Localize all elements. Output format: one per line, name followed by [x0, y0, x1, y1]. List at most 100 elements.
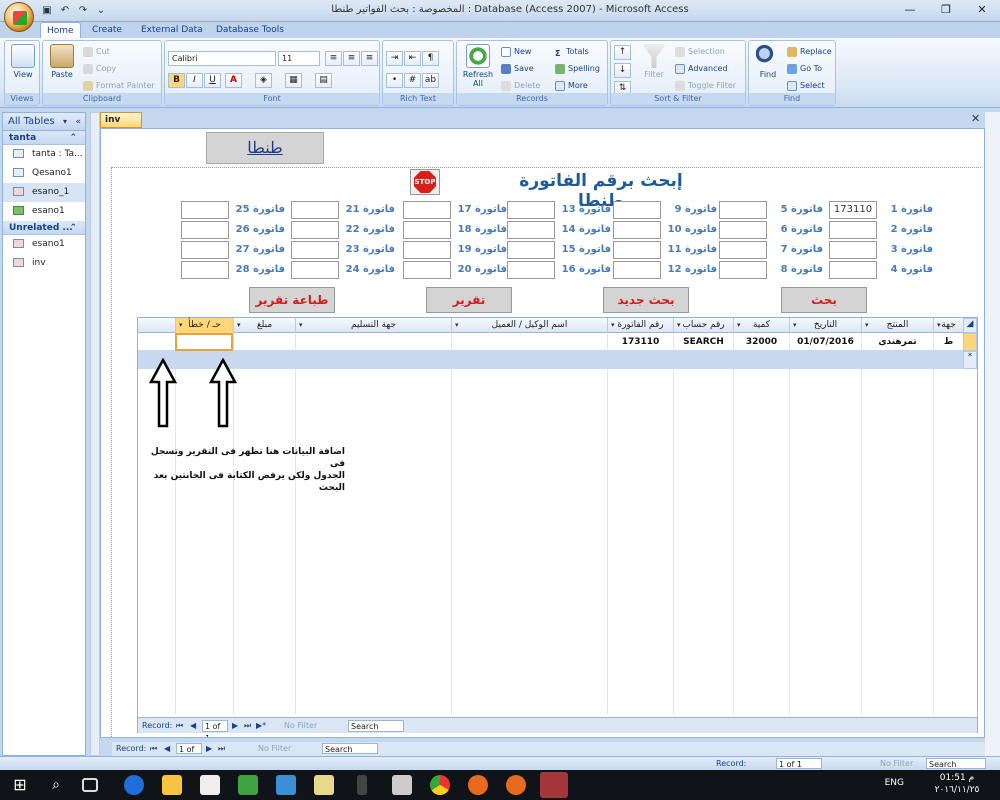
no-filter-indicator[interactable]: No Filter: [284, 718, 317, 734]
chevron-down-icon[interactable]: ▾: [793, 318, 797, 333]
collapse-group-icon[interactable]: ⌃: [69, 131, 77, 145]
more-button[interactable]: More: [555, 79, 588, 93]
invoice-input[interactable]: [403, 201, 451, 219]
new-record-icon[interactable]: ▶*: [256, 718, 266, 734]
no-filter-indicator[interactable]: No Filter: [880, 757, 913, 770]
minimize-button[interactable]: —: [892, 0, 928, 20]
invoice-input[interactable]: [719, 241, 767, 259]
bullets-icon[interactable]: •: [386, 73, 403, 88]
table-cell[interactable]: ط: [933, 333, 963, 351]
column-header[interactable]: ▾ مبلغ: [233, 318, 295, 333]
prev-record-icon[interactable]: ◀: [164, 742, 170, 756]
table-cell[interactable]: 01/07/2016: [789, 333, 861, 351]
search-input[interactable]: Search: [926, 758, 986, 769]
first-record-icon[interactable]: ⏮: [150, 742, 157, 756]
nav-header[interactable]: All Tables ▾ «: [3, 113, 85, 131]
form-scrollbar[interactable]: [985, 112, 1000, 756]
sort-descending-icon[interactable]: ↓: [614, 63, 631, 78]
table-cell[interactable]: 32000: [733, 333, 789, 351]
column-header[interactable]: ▾ حـ / خطأ: [175, 318, 233, 333]
column-header[interactable]: ▾ جهة التسليم: [295, 318, 451, 333]
chevron-down-icon[interactable]: ▾: [63, 113, 67, 131]
replace-button[interactable]: Replace: [787, 45, 832, 59]
gridlines-icon[interactable]: ▦: [285, 73, 302, 88]
outdent-icon[interactable]: ⇤: [404, 51, 421, 66]
search-icon[interactable]: ⌕: [46, 775, 66, 795]
nav-item-table[interactable]: tanta : Ta...: [3, 145, 85, 164]
access-icon[interactable]: [540, 772, 568, 798]
table-cell[interactable]: تمرهندى: [861, 333, 933, 351]
invoice-input[interactable]: [613, 201, 661, 219]
find-button[interactable]: Find: [751, 44, 785, 79]
chevron-down-icon[interactable]: ▾: [455, 318, 459, 333]
close-icon[interactable]: ✕: [971, 113, 983, 125]
last-record-icon[interactable]: ⏭: [218, 742, 225, 756]
tab-inv[interactable]: inv: [100, 112, 142, 128]
clock[interactable]: 01:51 م ٢٠١٦/١١/٢٥: [922, 772, 992, 796]
select-all-icon[interactable]: ◢: [963, 318, 977, 333]
app-icon[interactable]: [314, 775, 334, 795]
invoice-input[interactable]: [829, 241, 877, 259]
align-left-icon[interactable]: ≡: [325, 51, 342, 66]
office-button[interactable]: [4, 2, 34, 32]
restore-button[interactable]: ❐: [928, 0, 964, 20]
report-button[interactable]: تقرير: [426, 287, 512, 313]
search-button[interactable]: بحث: [781, 287, 867, 313]
chevron-down-icon[interactable]: ▾: [865, 318, 869, 333]
close-button[interactable]: ✕: [964, 0, 1000, 20]
invoice-input[interactable]: [507, 241, 555, 259]
last-record-icon[interactable]: ⏭: [244, 718, 251, 734]
align-center-icon[interactable]: ≡: [343, 51, 360, 66]
indent-icon[interactable]: ⇥: [386, 51, 403, 66]
column-header[interactable]: ▾ رقم الفاتورة: [607, 318, 673, 333]
table-cell[interactable]: SEARCH: [673, 333, 733, 351]
redo-icon[interactable]: ↷: [76, 4, 90, 17]
windows-start-icon[interactable]: ⊞: [10, 775, 30, 795]
numbering-icon[interactable]: #: [404, 73, 421, 88]
invoice-input[interactable]: 173110: [829, 201, 877, 219]
search-input[interactable]: Search: [322, 743, 378, 754]
app-icon[interactable]: [357, 775, 367, 795]
column-header[interactable]: ▾ جهة: [933, 318, 963, 333]
cut-button[interactable]: Cut: [83, 45, 110, 59]
table-cell[interactable]: [233, 333, 295, 351]
chrome-icon[interactable]: [430, 775, 450, 795]
chevron-down-icon[interactable]: ▾: [611, 318, 615, 333]
save-icon[interactable]: ▣: [40, 4, 54, 17]
chevron-down-icon[interactable]: ▾: [179, 318, 183, 333]
task-view-icon[interactable]: [82, 778, 98, 792]
collapse-pane-icon[interactable]: «: [75, 113, 81, 131]
nav-item-report[interactable]: esano1: [3, 202, 85, 221]
view-button[interactable]: View: [6, 44, 40, 79]
invoice-input[interactable]: [181, 241, 229, 259]
nav-item-form[interactable]: esano1: [3, 235, 85, 254]
wifi-app-icon[interactable]: [238, 775, 258, 795]
column-header[interactable]: ▾ المنتج: [861, 318, 933, 333]
column-header[interactable]: ▾ التاريخ: [789, 318, 861, 333]
chevron-down-icon[interactable]: ▾: [237, 318, 241, 333]
invoice-input[interactable]: [291, 201, 339, 219]
fill-color-icon[interactable]: ◈: [255, 73, 272, 88]
table-cell[interactable]: [451, 333, 607, 351]
store-icon[interactable]: [200, 775, 220, 795]
paste-button[interactable]: Paste: [45, 44, 79, 79]
record-position[interactable]: 1 of 1: [776, 758, 822, 769]
calculator-icon[interactable]: [392, 775, 412, 795]
search-input[interactable]: Search: [348, 720, 404, 732]
chevron-down-icon[interactable]: ▾: [737, 318, 741, 333]
invoice-input[interactable]: [181, 221, 229, 239]
advanced-button[interactable]: Advanced: [675, 62, 728, 76]
invoice-input[interactable]: [181, 261, 229, 279]
nav-group-tanta[interactable]: tanta ⌃: [3, 131, 85, 145]
invoice-input[interactable]: [507, 201, 555, 219]
format-painter-button[interactable]: Format Painter: [83, 79, 155, 93]
filter-button[interactable]: Filter: [637, 44, 671, 79]
font-name-select[interactable]: Calibri: [168, 51, 276, 66]
copy-button[interactable]: Copy: [83, 62, 116, 76]
chevron-down-icon[interactable]: ▾: [677, 318, 681, 333]
tab-database-tools[interactable]: Database Tools: [210, 22, 290, 38]
column-header[interactable]: ▾ كمية: [733, 318, 789, 333]
firefox-icon[interactable]: [468, 775, 488, 795]
stop-button[interactable]: STOP: [410, 169, 440, 195]
invoice-input[interactable]: [403, 221, 451, 239]
